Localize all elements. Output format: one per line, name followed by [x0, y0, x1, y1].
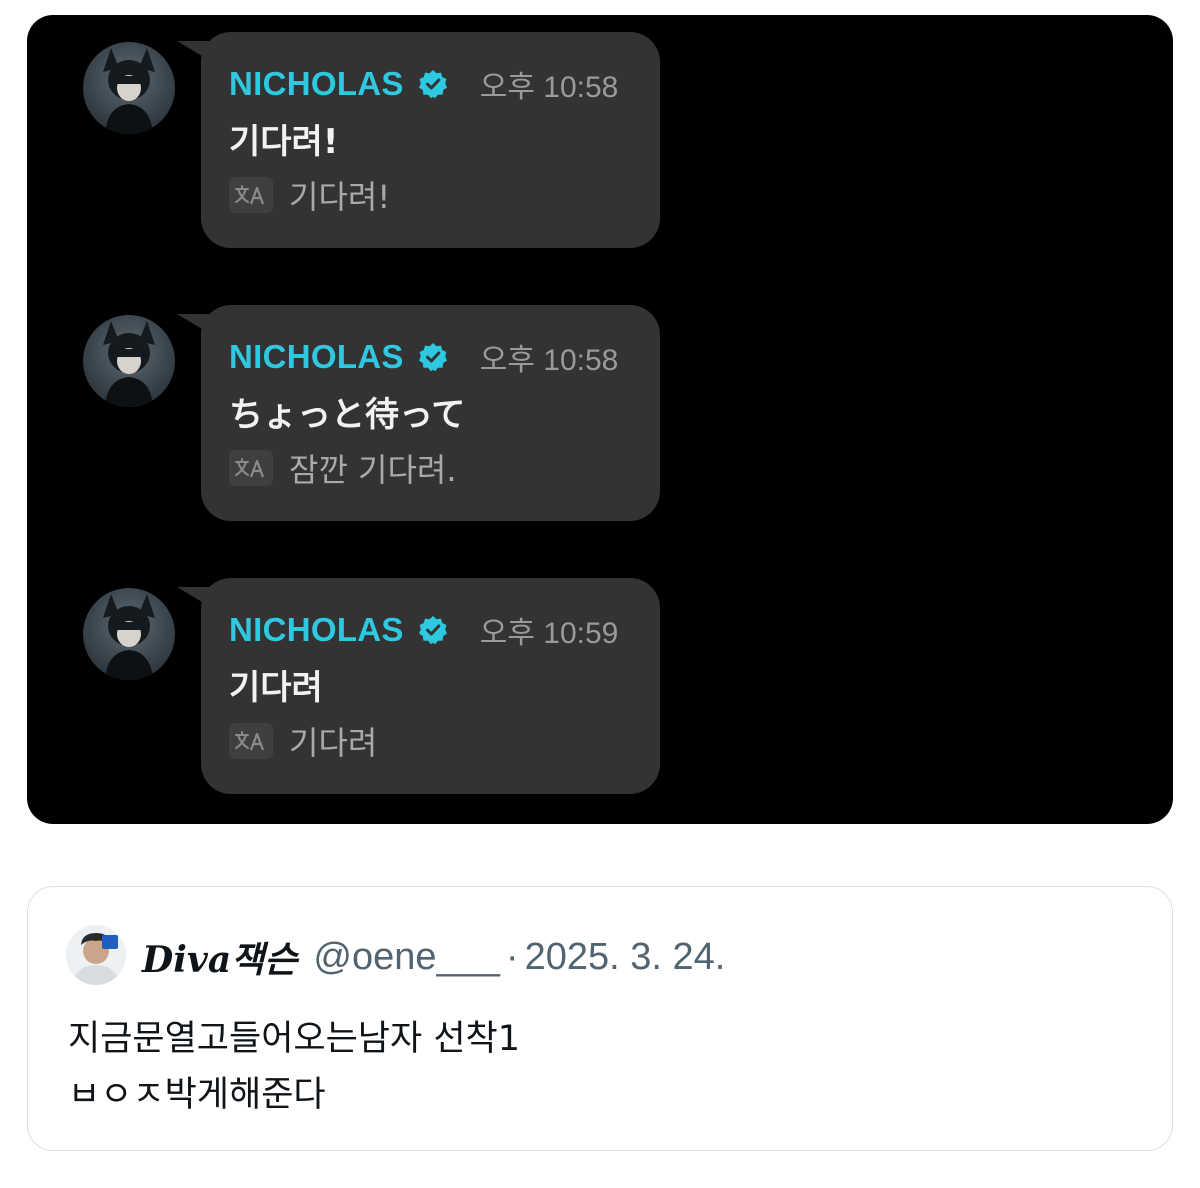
- message-bubble: NICHOLAS 오후 10:58 기다려! 기다려!: [201, 32, 660, 248]
- sender-name[interactable]: NICHOLAS: [229, 338, 404, 376]
- translation-row[interactable]: 기다려: [229, 721, 378, 762]
- translated-text: 잠깐 기다려.: [289, 451, 457, 489]
- verified-badge-icon: [418, 70, 447, 99]
- verified-badge-icon: [418, 616, 447, 645]
- quote-date[interactable]: 2025. 3. 24.: [525, 936, 726, 979]
- message-header: NICHOLAS 오후 10:58: [229, 337, 618, 377]
- chat-message: NICHOLAS 오후 10:58 ちょっと待って 잠깐 기다려.: [27, 288, 727, 521]
- message-time: 오후 10:58: [479, 71, 619, 104]
- message-header: NICHOLAS 오후 10:58: [229, 64, 618, 104]
- profile-photo-icon: [103, 594, 155, 680]
- sender-name[interactable]: NICHOLAS: [229, 611, 404, 649]
- message-text: ちょっと待って: [229, 395, 466, 435]
- quote-separator: ·: [505, 935, 519, 978]
- translate-icon[interactable]: [229, 450, 273, 486]
- sender-avatar[interactable]: [83, 42, 175, 134]
- translated-text: 기다려!: [289, 178, 391, 216]
- message-bubble: NICHOLAS 오후 10:59 기다려 기다려: [201, 578, 660, 794]
- translate-icon[interactable]: [229, 177, 273, 213]
- message-time: 오후 10:58: [479, 344, 619, 377]
- chat-message: NICHOLAS 오후 10:58 기다려! 기다려!: [27, 15, 727, 248]
- quote-author-avatar[interactable]: [66, 925, 126, 985]
- profile-photo-icon: [66, 925, 126, 985]
- sender-name[interactable]: NICHOLAS: [229, 65, 404, 103]
- quote-header: Diva잭슨 @oene___ · 2025. 3. 24.: [142, 931, 726, 983]
- sender-avatar[interactable]: [83, 315, 175, 407]
- chat-screenshot: NICHOLAS 오후 10:58 기다려! 기다려! NICHOLAS 오후 …: [27, 15, 1173, 824]
- verified-badge-icon: [418, 343, 447, 372]
- sender-avatar[interactable]: [83, 588, 175, 680]
- quote-body-line: ㅂㅇㅈ박게해준다: [68, 1075, 326, 1115]
- quote-display-name[interactable]: Diva잭슨: [142, 931, 297, 983]
- profile-photo-icon: [103, 321, 155, 407]
- quote-body: 지금문열고들어오는남자 선착1 ㅂㅇㅈ박게해준다: [68, 1011, 520, 1123]
- translation-row[interactable]: 기다려!: [229, 175, 391, 216]
- message-text: 기다려: [229, 668, 323, 708]
- message-bubble: NICHOLAS 오후 10:58 ちょっと待って 잠깐 기다려.: [201, 305, 660, 521]
- message-header: NICHOLAS 오후 10:59: [229, 610, 618, 650]
- message-text: 기다려!: [229, 122, 339, 162]
- translation-row[interactable]: 잠깐 기다려.: [229, 448, 457, 489]
- translated-text: 기다려: [289, 724, 378, 762]
- quoted-tweet[interactable]: Diva잭슨 @oene___ · 2025. 3. 24. 지금문열고들어오는…: [27, 886, 1173, 1151]
- translate-icon[interactable]: [229, 723, 273, 759]
- chat-message: NICHOLAS 오후 10:59 기다려 기다려: [27, 561, 727, 794]
- message-time: 오후 10:59: [479, 617, 619, 650]
- quote-handle[interactable]: @oene___: [313, 936, 500, 979]
- quote-body-line: 지금문열고들어오는남자 선착1: [68, 1019, 520, 1059]
- profile-photo-icon: [103, 48, 155, 134]
